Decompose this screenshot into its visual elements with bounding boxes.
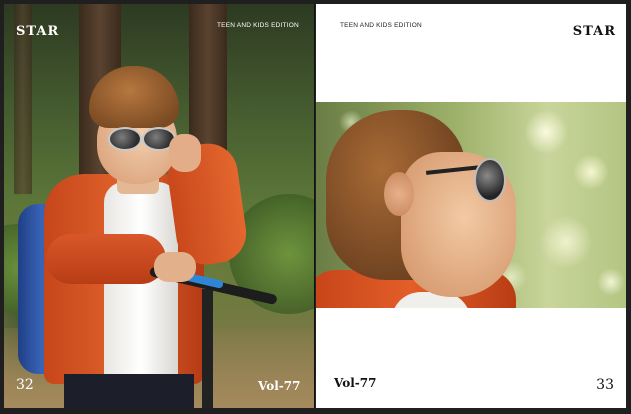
masthead: STAR (572, 24, 616, 39)
sunglasses-icon (108, 127, 142, 151)
white-shirt (104, 182, 178, 387)
edition-label: TEEN AND KIDS EDITION (340, 22, 422, 29)
left-page-photo (4, 4, 314, 408)
page-number: 33 (596, 377, 614, 393)
masthead: STAR (16, 24, 60, 39)
scooter-stem (202, 289, 213, 408)
page-number: 32 (16, 377, 34, 393)
hand (154, 252, 196, 282)
ear (384, 172, 414, 216)
edition-label: TEEN AND KIDS EDITION (217, 22, 299, 29)
volume-label: Vol-77 (258, 379, 301, 393)
hand (169, 134, 201, 172)
right-page: TEEN AND KIDS EDITION STAR Vol-77 33 (316, 4, 626, 408)
right-page-photo (316, 102, 626, 308)
pants (64, 374, 194, 408)
forward-arm (46, 234, 166, 284)
magazine-spread: STAR TEEN AND KIDS EDITION 32 Vol-77 TEE… (4, 4, 626, 408)
left-page: STAR TEEN AND KIDS EDITION 32 Vol-77 (4, 4, 314, 408)
sunglasses-icon (474, 158, 506, 202)
volume-label: Vol-77 (334, 376, 377, 390)
